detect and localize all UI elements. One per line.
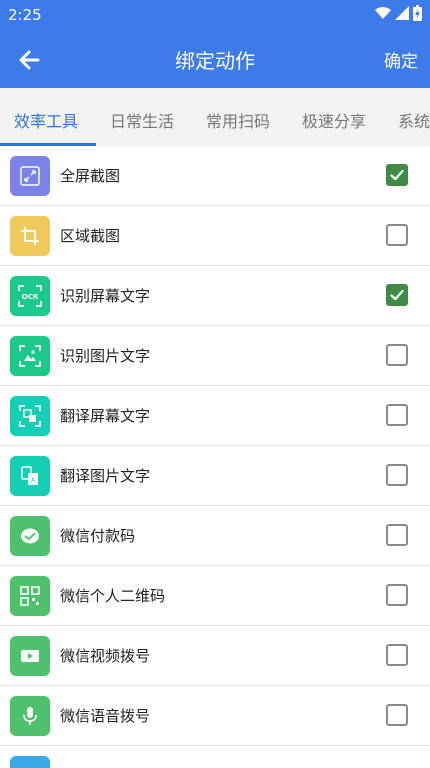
list-item-label: 识别图片文字: [60, 347, 151, 365]
tab-system[interactable]: 系统: [398, 108, 430, 132]
qrcode-icon: [10, 576, 50, 616]
tab-efficiency-tools[interactable]: 效率工具: [14, 108, 78, 132]
list-item-translate-image[interactable]: A 翻译图片文字: [0, 446, 430, 506]
list-item-label: 翻译屏幕文字: [60, 407, 151, 425]
list-item-wechat-qrcode[interactable]: 微信个人二维码: [0, 566, 430, 626]
ocr-icon: OCR: [10, 276, 50, 316]
translate-screen-icon: [10, 396, 50, 436]
check-icon: [390, 169, 404, 181]
tab-daily-life[interactable]: 日常生活: [110, 108, 174, 132]
list-item-label: 微信语音拨号: [60, 707, 151, 725]
tab-common-scan[interactable]: 常用扫码: [206, 108, 270, 132]
list-item-label: 微信个人二维码: [60, 587, 166, 605]
list-item-wechat-video-call[interactable]: 微信视频拨号: [0, 626, 430, 686]
wifi-icon: [375, 7, 391, 19]
check-icon: [390, 289, 404, 301]
list-item-area-screenshot[interactable]: 区域截图: [0, 206, 430, 266]
battery-icon: [413, 5, 422, 21]
checkbox[interactable]: [386, 584, 408, 606]
fullscreen-icon: [10, 156, 50, 196]
checkbox[interactable]: [386, 344, 408, 366]
signal-icon: [395, 6, 409, 20]
list-item-ocr-screen[interactable]: OCR 识别屏幕文字: [0, 266, 430, 326]
page-title: 绑定动作: [175, 49, 255, 73]
list-item-label: 全屏截图: [60, 167, 121, 185]
translate-image-icon: A: [10, 456, 50, 496]
video-call-icon: [10, 636, 50, 676]
list-item-ocr-image[interactable]: 识别图片文字: [0, 326, 430, 386]
list-item-label: 区域截图: [60, 227, 121, 245]
status-time: 2:25: [8, 6, 42, 24]
list-item-fullscreen-screenshot[interactable]: 全屏截图: [0, 146, 430, 206]
checkbox[interactable]: [386, 284, 408, 306]
image-text-icon: [10, 336, 50, 376]
partial-list-item-icon: [10, 756, 50, 768]
list-item-wechat-voice-call[interactable]: 微信语音拨号: [0, 686, 430, 746]
list-item-label: 识别屏幕文字: [60, 287, 151, 305]
app-bar: 2:25 绑定动作 确定: [0, 0, 430, 88]
list-item-label: 微信付款码: [60, 527, 136, 545]
microphone-icon: [10, 696, 50, 736]
status-icons: [375, 5, 422, 21]
wechat-pay-icon: [10, 516, 50, 556]
list-item-label: 翻译图片文字: [60, 467, 151, 485]
list-item-translate-screen[interactable]: 翻译屏幕文字: [0, 386, 430, 446]
crop-icon: [10, 216, 50, 256]
checkbox[interactable]: [386, 644, 408, 666]
checkbox[interactable]: [386, 404, 408, 426]
list-item-label: 微信视频拨号: [60, 647, 151, 665]
checkbox[interactable]: [386, 524, 408, 546]
action-list: 全屏截图 区域截图 OCR 识别屏幕文字 识别图片文字 翻译屏幕文字 A 翻译图…: [0, 146, 430, 746]
checkbox[interactable]: [386, 464, 408, 486]
tab-quick-share[interactable]: 极速分享: [302, 108, 366, 132]
checkbox[interactable]: [386, 704, 408, 726]
list-item-wechat-pay[interactable]: 微信付款码: [0, 506, 430, 566]
category-tabs: 效率工具 日常生活 常用扫码 极速分享 系统: [0, 88, 430, 146]
confirm-button[interactable]: 确定: [384, 47, 418, 72]
checkbox[interactable]: [386, 164, 408, 186]
checkbox[interactable]: [386, 224, 408, 246]
svg-text:OCR: OCR: [22, 293, 39, 301]
